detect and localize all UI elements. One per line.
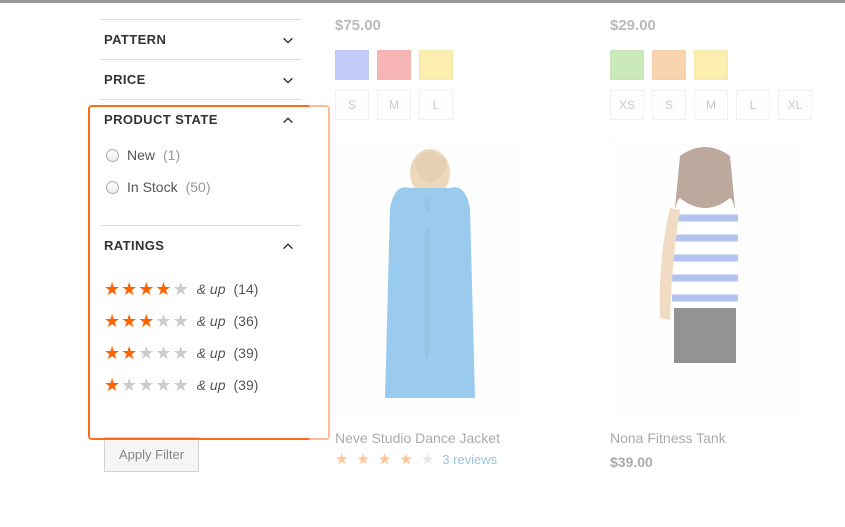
star-icon: ★ [356,452,369,467]
product-card: $75.00 SML Neve Studio Dance Jacket ★ ★ ★ ★ ★ 3 … [335,17,560,472]
chevron-down-icon [281,73,295,87]
product-rating: ★ ★ ★ ★ ★ 3 reviews [335,452,560,467]
rating-count: (39) [234,345,259,361]
size-options: SML [335,90,560,120]
rating-count: (36) [234,313,259,329]
rating-count: (39) [234,377,259,393]
chevron-up-icon [281,113,295,127]
size-option[interactable]: L [736,90,770,120]
color-swatch[interactable] [335,50,369,80]
and-up-label: & up [197,345,226,361]
size-option[interactable]: XS [610,90,644,120]
product-name[interactable]: Nona Fitness Tank [610,430,835,446]
filter-title: PRICE [104,72,146,87]
product-price: $29.00 [610,17,835,34]
product-image[interactable] [610,138,800,418]
filter-title: PATTERN [104,32,166,47]
product-name[interactable]: Neve Studio Dance Jacket [335,430,560,446]
filter-title: RATINGS [104,238,164,253]
stars-icon: ★★★★★ [104,312,189,330]
color-swatches [335,50,560,80]
size-option[interactable]: L [419,90,453,120]
size-option[interactable]: M [694,90,728,120]
filter-price[interactable]: PRICE [100,59,301,99]
color-swatch[interactable] [694,50,728,80]
apply-filter-button[interactable]: Apply Filter [104,437,199,472]
filter-ratings: RATINGS ★★★★★& up(14)★★★★★& up(36)★★★★★&… [100,226,301,415]
product-card: $29.00 XS SML XL Nona Fitness Tank $39.00 [610,17,835,472]
color-swatch[interactable] [652,50,686,80]
filter-option-in-stock[interactable]: In Stock (50) [102,175,301,207]
option-label: In Stock [127,179,178,195]
filter-pattern[interactable]: PATTERN [100,19,301,59]
rating-filter-row[interactable]: ★★★★★ & up (39) [102,337,301,369]
star-icon: ★ [335,452,348,467]
filter-ratings-head[interactable]: RATINGS [100,226,301,265]
product-image[interactable] [335,138,525,418]
size-option[interactable]: XL [778,90,812,120]
size-option[interactable]: S [652,90,686,120]
and-up-label: & up [197,377,226,393]
chevron-up-icon [281,239,295,253]
product-price: $75.00 [335,17,560,34]
filter-option-new[interactable]: New (1) [102,147,301,175]
radio-icon [106,149,119,162]
rating-filter-row[interactable]: ★★★★★ & up (14) [102,273,301,305]
stars-icon: ★★★★★ [104,280,189,298]
filter-title: PRODUCT STATE [104,112,218,127]
stars-icon: ★★★★★ [104,344,189,362]
rating-count: (14) [234,281,259,297]
star-icon: ★ [421,452,434,467]
option-count: (1) [163,147,180,163]
rating-filter-row[interactable]: ★★★★★ & up (39) [102,369,301,401]
color-swatch[interactable] [610,50,644,80]
product-price: $39.00 [610,454,835,470]
filter-product-state-head[interactable]: PRODUCT STATE [100,100,301,139]
star-icon: ★ [399,452,412,467]
rating-filter-row[interactable]: ★★★★★ & up (36) [102,305,301,337]
option-count: (50) [186,179,211,195]
chevron-down-icon [281,33,295,47]
star-icon: ★ [378,452,391,467]
size-option[interactable]: M [377,90,411,120]
color-swatches [610,50,835,80]
size-option[interactable]: S [335,90,369,120]
reviews-link[interactable]: 3 reviews [442,452,497,467]
radio-icon [106,181,119,194]
option-label: New [127,147,155,163]
and-up-label: & up [197,281,226,297]
filter-product-state: PRODUCT STATE New (1) In Stock (50) [100,99,301,226]
size-options: XS SML XL [610,90,835,120]
stars-icon: ★★★★★ [104,376,189,394]
and-up-label: & up [197,313,226,329]
color-swatch[interactable] [377,50,411,80]
color-swatch[interactable] [419,50,453,80]
